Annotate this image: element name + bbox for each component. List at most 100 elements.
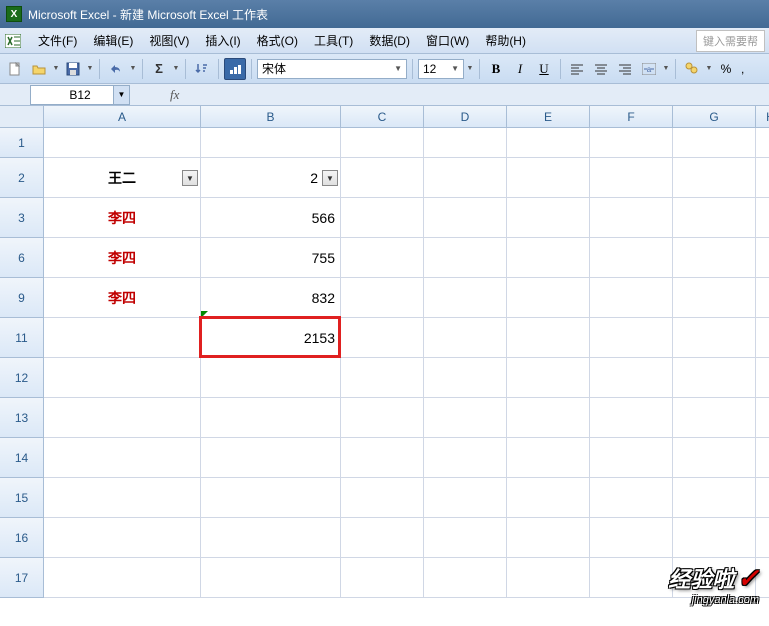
excel-icon[interactable] xyxy=(4,33,22,49)
cell-d13[interactable] xyxy=(424,398,507,438)
size-selector[interactable]: 12▼ xyxy=(418,59,464,79)
cell-h9[interactable] xyxy=(756,278,769,318)
cell-f17[interactable] xyxy=(590,558,673,598)
cell-f9[interactable] xyxy=(590,278,673,318)
cell-a3[interactable]: 李四 xyxy=(44,198,201,238)
merge-button[interactable]: a xyxy=(638,58,660,80)
cell-b17[interactable] xyxy=(201,558,341,598)
cell-c6[interactable] xyxy=(341,238,424,278)
cell-f1[interactable] xyxy=(590,128,673,158)
cell-f6[interactable] xyxy=(590,238,673,278)
cell-h15[interactable] xyxy=(756,478,769,518)
cell-f14[interactable] xyxy=(590,438,673,478)
cell-f2[interactable] xyxy=(590,158,673,198)
cell-a11[interactable] xyxy=(44,318,201,358)
cell-e17[interactable] xyxy=(507,558,590,598)
filter-button-a[interactable]: ▼ xyxy=(182,170,198,186)
cell-c13[interactable] xyxy=(341,398,424,438)
cell-b16[interactable] xyxy=(201,518,341,558)
size-dropdown[interactable]: ▼ xyxy=(466,58,474,80)
chart-button[interactable] xyxy=(224,58,246,80)
cell-b9[interactable]: 832 xyxy=(201,278,341,318)
cell-e12[interactable] xyxy=(507,358,590,398)
cell-a2[interactable]: 王二 xyxy=(44,158,201,198)
name-box[interactable]: B12 ▼ xyxy=(30,85,130,105)
cell-e2[interactable] xyxy=(507,158,590,198)
cell-f15[interactable] xyxy=(590,478,673,518)
cell-d15[interactable] xyxy=(424,478,507,518)
namebox-dropdown[interactable]: ▼ xyxy=(113,86,129,104)
align-center-button[interactable] xyxy=(590,58,612,80)
undo-button[interactable] xyxy=(105,58,127,80)
cell-c11[interactable] xyxy=(341,318,424,358)
row-header-16[interactable]: 16 xyxy=(0,518,44,558)
cell-a9[interactable]: 李四 xyxy=(44,278,201,318)
col-header-g[interactable]: G xyxy=(673,106,756,128)
save-button[interactable] xyxy=(62,58,84,80)
undo-dropdown[interactable]: ▼ xyxy=(129,58,137,80)
cell-g14[interactable] xyxy=(673,438,756,478)
cell-e15[interactable] xyxy=(507,478,590,518)
align-right-button[interactable] xyxy=(614,58,636,80)
cell-d11[interactable] xyxy=(424,318,507,358)
cell-e11[interactable] xyxy=(507,318,590,358)
row-header-1[interactable]: 1 xyxy=(0,128,44,158)
cell-h11[interactable] xyxy=(756,318,769,358)
filter-button-b[interactable]: ▼ xyxy=(322,170,338,186)
cell-g15[interactable] xyxy=(673,478,756,518)
col-header-e[interactable]: E xyxy=(507,106,590,128)
cell-b3[interactable]: 566 xyxy=(201,198,341,238)
cell-a16[interactable] xyxy=(44,518,201,558)
fx-icon[interactable]: fx xyxy=(170,87,179,103)
menu-file[interactable]: 文件(F) xyxy=(30,30,85,51)
row-header-12[interactable]: 12 xyxy=(0,358,44,398)
cell-f12[interactable] xyxy=(590,358,673,398)
cell-g13[interactable] xyxy=(673,398,756,438)
cell-a6[interactable]: 李四 xyxy=(44,238,201,278)
cell-h3[interactable] xyxy=(756,198,769,238)
menu-format[interactable]: 格式(O) xyxy=(249,30,306,51)
cell-c2[interactable] xyxy=(341,158,424,198)
menu-window[interactable]: 窗口(W) xyxy=(418,30,477,51)
col-header-f[interactable]: F xyxy=(590,106,673,128)
row-header-11[interactable]: 11 xyxy=(0,318,44,358)
cell-e9[interactable] xyxy=(507,278,590,318)
underline-button[interactable]: U xyxy=(533,58,555,80)
cell-b15[interactable] xyxy=(201,478,341,518)
row-header-2[interactable]: 2 xyxy=(0,158,44,198)
col-header-h[interactable]: H xyxy=(756,106,769,128)
cell-d14[interactable] xyxy=(424,438,507,478)
menu-edit[interactable]: 编辑(E) xyxy=(85,30,141,51)
cell-d12[interactable] xyxy=(424,358,507,398)
col-header-d[interactable]: D xyxy=(424,106,507,128)
cell-a17[interactable] xyxy=(44,558,201,598)
row-header-9[interactable]: 9 xyxy=(0,278,44,318)
open-dropdown[interactable]: ▼ xyxy=(52,58,60,80)
cell-g9[interactable] xyxy=(673,278,756,318)
menu-insert[interactable]: 插入(I) xyxy=(197,30,248,51)
menu-view[interactable]: 视图(V) xyxy=(141,30,197,51)
row-header-13[interactable]: 13 xyxy=(0,398,44,438)
cell-f13[interactable] xyxy=(590,398,673,438)
open-button[interactable] xyxy=(28,58,50,80)
cell-e1[interactable] xyxy=(507,128,590,158)
cell-e3[interactable] xyxy=(507,198,590,238)
cell-h12[interactable] xyxy=(756,358,769,398)
cell-d17[interactable] xyxy=(424,558,507,598)
cell-f3[interactable] xyxy=(590,198,673,238)
cell-b2[interactable]: 2 xyxy=(201,158,341,198)
cell-h6[interactable] xyxy=(756,238,769,278)
font-selector[interactable]: 宋体▼ xyxy=(257,59,407,79)
merge-dropdown[interactable]: ▼ xyxy=(662,58,670,80)
cell-c14[interactable] xyxy=(341,438,424,478)
col-header-b[interactable]: B xyxy=(201,106,341,128)
cell-c3[interactable] xyxy=(341,198,424,238)
menu-help[interactable]: 帮助(H) xyxy=(477,30,534,51)
cell-h16[interactable] xyxy=(756,518,769,558)
cell-d1[interactable] xyxy=(424,128,507,158)
cell-h13[interactable] xyxy=(756,398,769,438)
cell-g1[interactable] xyxy=(673,128,756,158)
cell-d16[interactable] xyxy=(424,518,507,558)
select-all-corner[interactable] xyxy=(0,106,44,128)
cell-a15[interactable] xyxy=(44,478,201,518)
